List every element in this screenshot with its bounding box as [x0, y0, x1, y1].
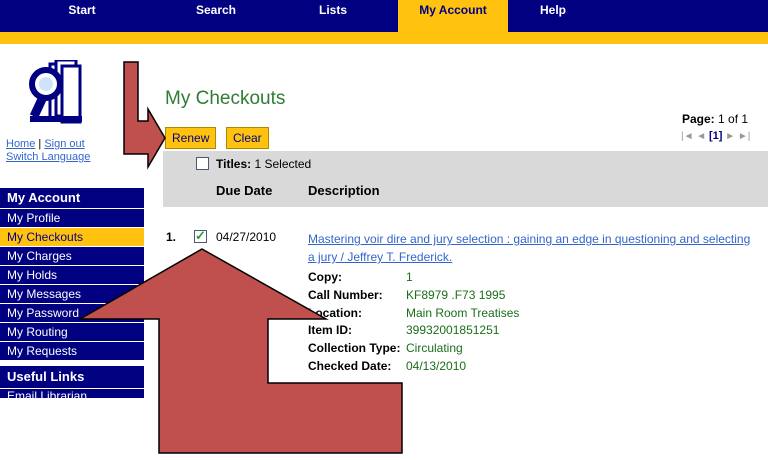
detail-row-copy: Copy: 1: [308, 269, 519, 287]
row-checkbox[interactable]: [194, 228, 207, 244]
tab-my-account[interactable]: My Account: [398, 0, 508, 32]
item-details: Copy: 1 Call Number: KF8979 .F73 1995 Lo…: [308, 269, 519, 376]
sidebar-item-my-checkouts[interactable]: My Checkouts: [0, 227, 144, 246]
annotation-arrow: [123, 61, 166, 170]
detail-key: Copy:: [308, 270, 342, 284]
sidebar-heading-useful-links: Useful Links: [0, 366, 144, 388]
detail-value: 04/13/2010: [406, 358, 467, 373]
detail-row-location: Location: Main Room Treatises: [308, 305, 519, 323]
title-link[interactable]: Mastering voir dire and jury selection :…: [308, 230, 758, 266]
pager-last-icon[interactable]: ►|: [738, 131, 751, 142]
switch-language-link[interactable]: Switch Language: [6, 151, 90, 163]
select-all-checkbox[interactable]: [196, 157, 209, 170]
pager: |◄ ◄ [1] ► ►|: [681, 130, 750, 142]
page-label: Page:: [682, 112, 715, 126]
row-number: 1.: [166, 230, 177, 244]
top-nav: Start Search Lists My Account Help: [0, 0, 768, 32]
detail-value: 39932001851251: [406, 323, 500, 338]
sidebar-item-email-librarian[interactable]: Email Librarian: [0, 388, 144, 398]
detail-value: 1: [406, 270, 413, 284]
detail-row-checked-date: Checked Date: 04/13/2010: [308, 358, 519, 376]
sidebar-item-my-messages[interactable]: My Messages: [0, 284, 144, 303]
sidebar-item-my-password[interactable]: My Password: [0, 303, 144, 322]
detail-row-item-id: Item ID: 39932001851251: [308, 322, 519, 340]
link-separator: |: [38, 138, 42, 150]
sidebar-item-my-holds[interactable]: My Holds: [0, 265, 144, 284]
column-header-description[interactable]: Description: [308, 183, 380, 198]
sidebar: My Account My Profile My Checkouts My Ch…: [0, 188, 144, 398]
pager-prev-icon[interactable]: ◄: [696, 131, 706, 142]
sidebar-item-my-profile[interactable]: My Profile: [0, 208, 144, 227]
page-indicator: Page: 1 of 1: [682, 112, 748, 126]
sidebar-heading: My Account: [0, 188, 144, 208]
detail-key: Location:: [308, 305, 362, 320]
detail-value: Circulating: [406, 341, 463, 356]
tab-lists[interactable]: Lists: [268, 0, 398, 32]
titles-label: Titles:: [216, 157, 252, 171]
detail-key: Collection Type:: [308, 341, 401, 356]
sidebar-item-my-routing[interactable]: My Routing: [0, 322, 144, 341]
pager-first-icon[interactable]: |◄: [681, 131, 694, 142]
tab-search[interactable]: Search: [164, 0, 268, 32]
library-logo-icon[interactable]: [20, 58, 100, 130]
column-header-due-date[interactable]: Due Date: [216, 183, 272, 198]
clear-button[interactable]: Clear: [226, 127, 269, 149]
sidebar-item-my-requests[interactable]: My Requests: [0, 341, 144, 360]
renew-button[interactable]: Renew: [165, 127, 217, 149]
titles-count: 1 Selected: [254, 157, 312, 171]
detail-key: Call Number:: [308, 287, 383, 302]
detail-row-call-number: Call Number: KF8979 .F73 1995: [308, 287, 519, 305]
sidebar-item-my-charges[interactable]: My Charges: [0, 246, 144, 265]
nav-underline: [0, 32, 768, 44]
detail-key: Item ID:: [308, 323, 353, 338]
sign-out-link[interactable]: Sign out: [44, 138, 84, 150]
pager-current[interactable]: [1]: [709, 130, 722, 142]
detail-key: Checked Date:: [308, 358, 392, 373]
detail-value: KF8979 .F73 1995: [406, 287, 506, 302]
page-value: 1 of 1: [718, 112, 749, 126]
account-links: Home | Sign out Switch Language: [6, 138, 90, 164]
detail-value: Main Room Treatises: [406, 305, 520, 320]
tab-help[interactable]: Help: [508, 0, 598, 32]
page-title: My Checkouts: [165, 88, 286, 109]
due-date: 04/27/2010: [216, 230, 277, 244]
home-link[interactable]: Home: [6, 138, 35, 150]
titles-selected: Titles: 1 Selected: [216, 157, 311, 171]
detail-row-collection-type: Collection Type: Circulating: [308, 340, 519, 358]
tab-start[interactable]: Start: [0, 0, 164, 32]
pager-next-icon[interactable]: ►: [725, 131, 735, 142]
